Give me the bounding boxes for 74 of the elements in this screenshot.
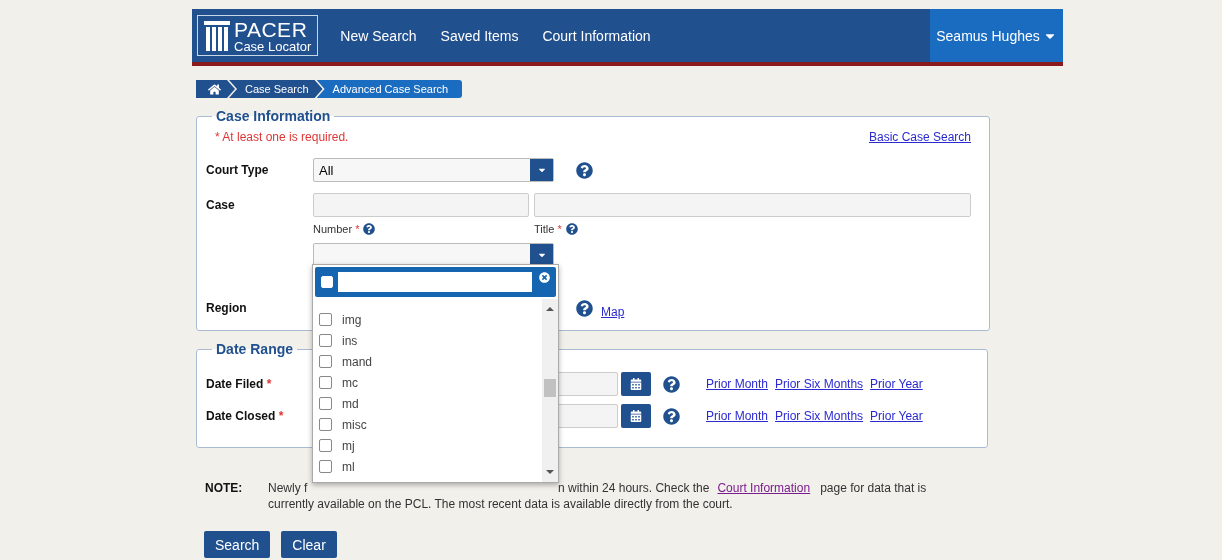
note-text: currently available on the PCL. The most recent data is available directly from the court.	[268, 497, 734, 511]
help-icon[interactable]	[576, 299, 593, 317]
help-icon[interactable]	[576, 161, 593, 179]
dropdown-button[interactable]	[530, 159, 553, 181]
user-menu-button[interactable]: Seamus Hughes	[930, 9, 1063, 62]
section-legend: Case Information	[212, 108, 335, 124]
calendar-icon	[630, 410, 642, 422]
calendar-button[interactable]	[621, 372, 651, 396]
court-type-select[interactable]: All	[313, 158, 554, 182]
date-preset-link[interactable]: Prior Year	[870, 409, 923, 423]
calendar-button[interactable]	[621, 404, 651, 428]
case-number-input[interactable]	[313, 193, 529, 217]
field-label: Date Closed *	[206, 409, 285, 423]
help-icon[interactable]	[663, 407, 680, 425]
field-label: Court Type	[206, 163, 270, 177]
pillars-logo-icon	[204, 20, 230, 51]
help-icon[interactable]	[663, 375, 680, 393]
dropdown-option[interactable]: misc	[313, 414, 542, 435]
filter-input[interactable]	[338, 272, 532, 292]
dropdown-option[interactable]: img	[313, 309, 542, 330]
select-all-checkbox[interactable]	[321, 276, 333, 288]
help-icon[interactable]	[565, 223, 578, 235]
checkbox[interactable]	[319, 376, 332, 389]
field-label: Region	[206, 301, 248, 315]
dropdown-option[interactable]: ml	[313, 456, 542, 477]
logo-subtitle: Case Locator	[234, 39, 312, 53]
help-icon[interactable]	[363, 223, 376, 235]
nav-link[interactable]: New Search	[328, 9, 429, 62]
date-preset-link[interactable]: Prior Month	[706, 409, 769, 423]
checkbox[interactable]	[319, 397, 332, 410]
breadcrumb-item[interactable]: Advanced Case Search	[316, 80, 463, 98]
dropdown-option[interactable]: mand	[313, 351, 542, 372]
field-label: Case	[206, 197, 236, 212]
pacer-logo[interactable]: PACER Case Locator	[197, 15, 319, 56]
date-preset-link[interactable]: Prior Six Months	[775, 409, 864, 423]
field-label: Date Filed *	[206, 377, 273, 391]
home-icon	[208, 82, 221, 96]
note-text: page for data that is	[820, 481, 927, 495]
checkbox[interactable]	[319, 355, 332, 368]
case-title-input[interactable]	[534, 193, 971, 217]
checkbox[interactable]	[319, 334, 332, 347]
home-breadcrumb[interactable]	[196, 80, 235, 98]
checkbox[interactable]	[319, 460, 332, 473]
map-link[interactable]: Map	[601, 305, 625, 319]
checkbox[interactable]	[319, 439, 332, 452]
note-text: n within 24 hours. Check the	[558, 481, 710, 495]
date-preset-link[interactable]: Prior Six Months	[775, 377, 864, 391]
required-note: * At least one is required.	[215, 130, 349, 144]
court-information-link[interactable]: Court Information	[717, 481, 811, 495]
basic-case-search-link[interactable]: Basic Case Search	[868, 130, 971, 144]
field-sublabel: Number *	[313, 223, 529, 235]
dropdown-option[interactable]: mc	[313, 372, 542, 393]
search-button[interactable]: Search	[204, 531, 271, 558]
checkbox[interactable]	[319, 418, 332, 431]
clear-button[interactable]: Clear	[281, 531, 337, 558]
clear-icon[interactable]	[539, 272, 550, 283]
section-legend: Date Range	[212, 341, 298, 357]
dropdown-option[interactable]: mj	[313, 435, 542, 456]
logo-title: PACER	[234, 18, 309, 40]
dropdown-option[interactable]: md	[313, 393, 542, 414]
nav-link[interactable]: Court Information	[530, 9, 663, 62]
calendar-icon	[630, 378, 642, 390]
date-preset-link[interactable]: Prior Month	[706, 377, 769, 391]
checkbox[interactable]	[319, 313, 332, 326]
field-sublabel: Title *	[534, 223, 734, 235]
dropdown-button[interactable]	[530, 244, 553, 265]
scrollbar[interactable]	[542, 299, 558, 482]
note-label: NOTE:	[205, 481, 244, 497]
case-type-select[interactable]	[313, 243, 554, 266]
breadcrumb-item[interactable]: Case Search	[229, 80, 323, 98]
note-text: Newly f	[268, 481, 308, 495]
dropdown-option[interactable]: ins	[313, 330, 542, 351]
date-preset-link[interactable]: Prior Year	[870, 377, 923, 391]
nav-link[interactable]: Saved Items	[428, 9, 531, 62]
